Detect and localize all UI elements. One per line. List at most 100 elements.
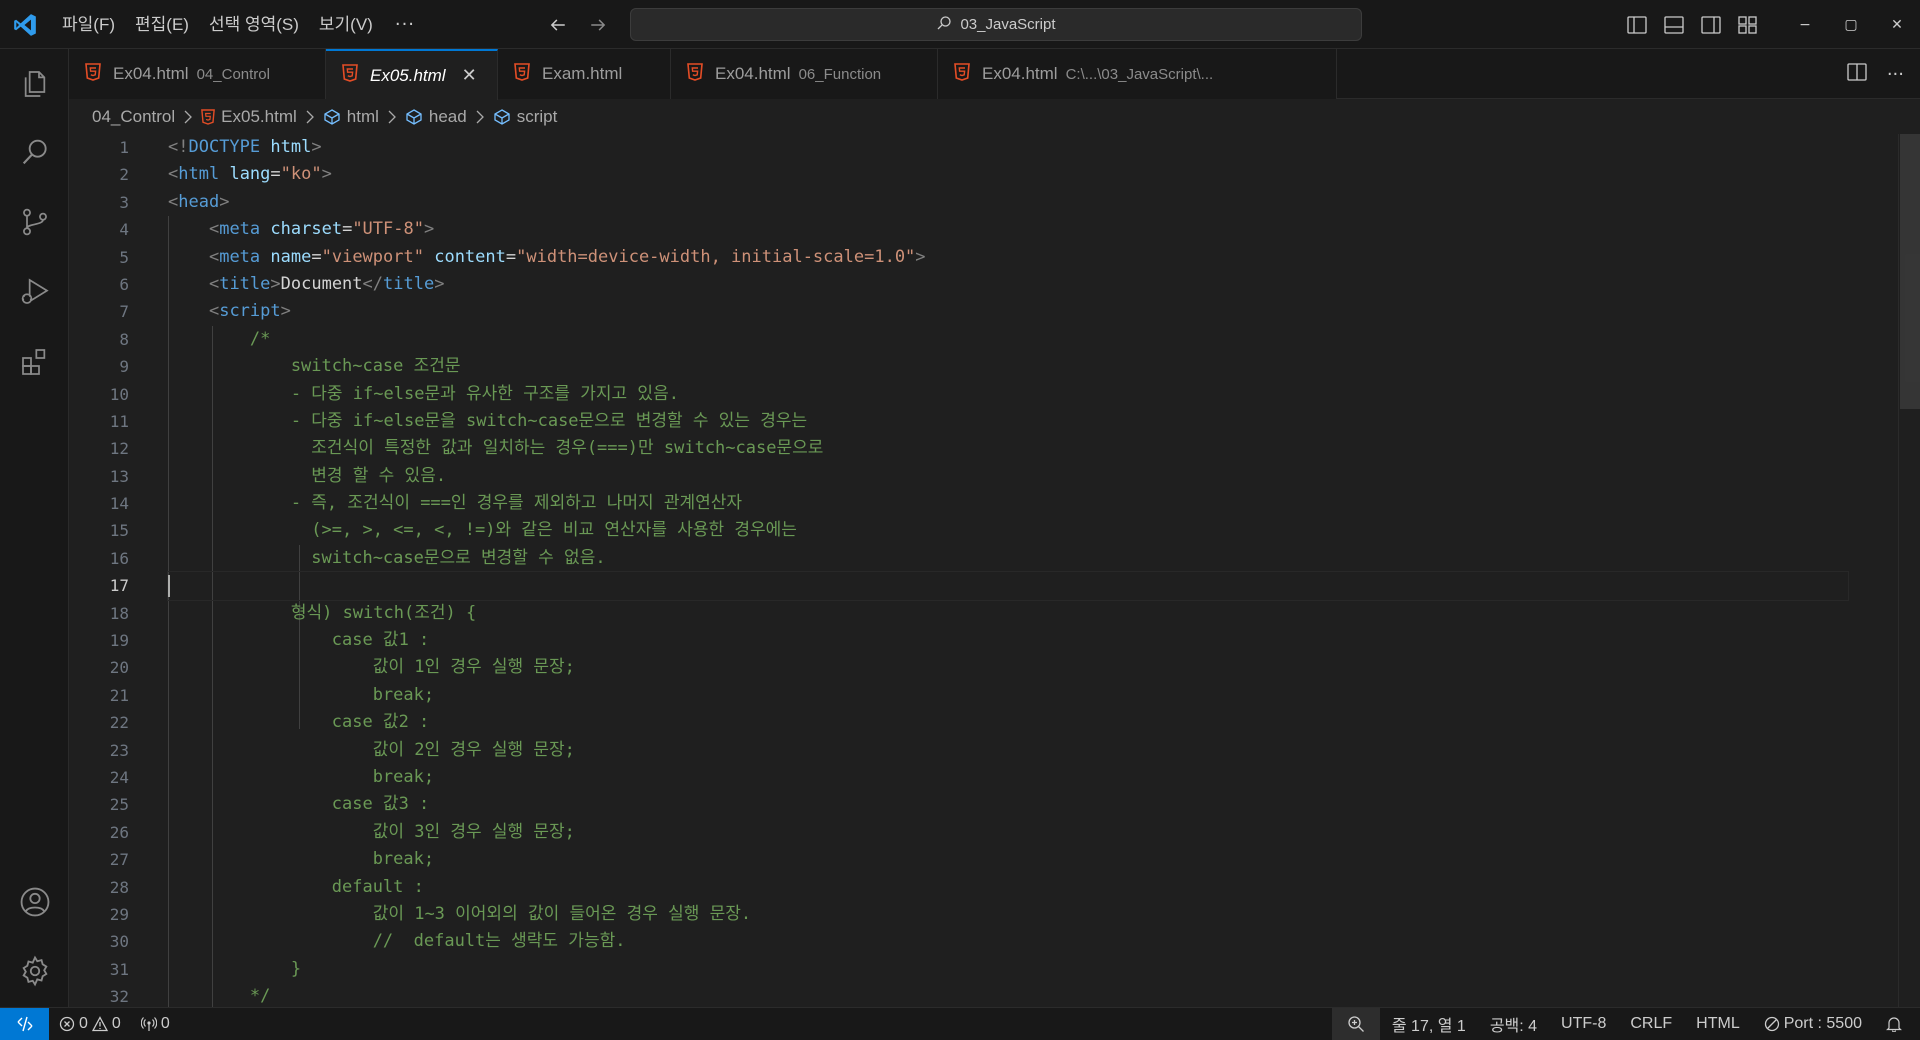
code-line[interactable]: 값이 2인 경우 실행 문장; [168,737,1848,764]
code-line[interactable]: break; [168,846,1848,873]
toggle-primary-sidebar-icon[interactable] [1618,7,1655,43]
tab-ex04-javascript[interactable]: Ex04.html C:\...\03_JavaScript\... [938,49,1337,99]
extensions-icon[interactable] [0,332,69,392]
code-line[interactable]: - 다중 if~else문을 switch~case문으로 변경할 수 있는 경… [168,408,1848,435]
tab-label: Ex04.html [982,64,1058,83]
scrollbar-thumb[interactable] [1900,134,1920,409]
menu-view[interactable]: 보기(V) [309,10,383,40]
breadcrumb-head[interactable]: head [405,107,467,127]
breadcrumb-html[interactable]: html [323,107,379,127]
code-line[interactable]: case 값2 : [168,709,1848,736]
remote-indicator-icon[interactable] [0,1007,49,1040]
menu-file[interactable]: 파일(F) [52,10,125,40]
restore-button[interactable]: ▢ [1828,0,1874,49]
minimize-button[interactable]: − [1782,0,1828,49]
code-line[interactable]: break; [168,682,1848,709]
code-line[interactable]: <meta charset="UTF-8"> [168,216,1848,243]
code-line[interactable]: } [168,956,1848,983]
breadcrumb-script[interactable]: script [493,107,557,127]
tab-ex04-control[interactable]: Ex04.html 04_Control [69,49,326,99]
tab-ex05-active[interactable]: Ex05.html ✕ [326,49,498,100]
code-token: case 값2 : [168,712,430,733]
code-token: break; [168,766,435,787]
command-center-search[interactable]: 03_JavaScript [630,8,1362,41]
toggle-panel-icon[interactable] [1655,7,1692,43]
code-line[interactable]: 형식) switch(조건) { [168,600,1848,627]
line-number: 7 [119,302,129,322]
menu-more-button[interactable]: ··· [383,14,427,35]
tab-description: 04_Control [196,65,270,83]
more-actions-icon[interactable]: ··· [1875,64,1904,85]
code-line[interactable]: <head> [168,189,1848,216]
code-token: "ko" [280,164,322,185]
code-line[interactable]: switch~case문으로 변경할 수 없음. [168,545,1848,572]
live-server-port[interactable]: Port : 5500 [1752,1008,1874,1040]
tab-ex04-function[interactable]: Ex04.html 06_Function [671,49,938,99]
toggle-secondary-sidebar-icon[interactable] [1692,7,1729,43]
code-line[interactable]: switch~case 조건문 [168,353,1848,380]
menu-selection[interactable]: 선택 영역(S) [199,10,309,40]
menu-edit[interactable]: 편집(E) [125,10,199,40]
code-line[interactable]: 변경 할 수 있음. [168,463,1848,490]
code-token: lang [229,164,271,185]
breadcrumb-file[interactable]: Ex05.html [201,107,297,127]
explorer-icon[interactable] [0,54,69,114]
code-line[interactable]: default : [168,874,1848,901]
cursor-position[interactable]: 줄 17, 열 1 [1380,1008,1478,1040]
tab-close-icon[interactable]: ✕ [462,65,477,86]
back-arrow-icon[interactable] [545,12,571,38]
end-of-line[interactable]: CRLF [1618,1008,1684,1040]
code-line[interactable]: break; [168,764,1848,791]
code-line[interactable]: 값이 1~3 이어외의 값이 들어온 경우 실행 문장. [168,901,1848,928]
zoom-in-icon[interactable] [1331,1007,1380,1040]
code-token: switch~case 조건문 [168,356,461,377]
vertical-scrollbar[interactable] [1898,134,1920,1007]
code-line[interactable]: <title>Document</title> [168,271,1848,298]
run-debug-icon[interactable] [0,262,69,322]
code-editor[interactable]: 1 2 3 4 5 6 7 8 9 10 11 12 13 14 15 16 17 18 19 20 21 22 23 24 2… [69,134,1920,1007]
code-line[interactable] [167,571,1849,601]
code-line[interactable]: <!DOCTYPE html> [168,134,1848,161]
line-number: 21 [109,685,129,705]
code-line[interactable]: case 값1 : [168,627,1848,654]
code-line[interactable]: - 다중 if~else문과 유사한 구조를 가지고 있음. [168,381,1848,408]
customize-layout-icon[interactable] [1729,7,1766,43]
code-line[interactable]: 값이 1인 경우 실행 문장; [168,654,1848,681]
code-line[interactable]: */ [168,983,1848,1007]
code-token: = [311,246,322,267]
code-line[interactable]: 값이 3인 경우 실행 문장; [168,819,1848,846]
code-token: = [505,246,517,267]
split-editor-icon[interactable] [1847,63,1867,85]
code-token: html [178,164,220,185]
problems-indicator[interactable]: 0 0 [49,1008,131,1040]
encoding[interactable]: UTF-8 [1549,1008,1618,1040]
code-line[interactable]: // default는 생략도 가능함. [168,928,1848,955]
indentation[interactable]: 공백: 4 [1478,1008,1549,1040]
code-line[interactable]: case 값3 : [168,791,1848,818]
code-line[interactable]: <html lang="ko"> [168,161,1848,188]
source-control-icon[interactable] [0,192,69,252]
tab-exam[interactable]: Exam.html [498,49,671,99]
html5-file-icon [201,109,216,125]
code-line[interactable]: /* [168,326,1848,353]
code-lines[interactable]: <!DOCTYPE html> <html lang="ko"> <head> <m… [167,134,1849,1007]
code-token: > [311,137,322,157]
code-line[interactable]: 조건식이 특정한 값과 일치하는 경우(===)만 switch~case문으로 [168,435,1848,462]
accounts-icon[interactable] [0,872,69,932]
code-token: script [219,301,281,322]
code-line[interactable]: - 즉, 조건식이 ===인 경우를 제외하고 나머지 관계연산자 [168,490,1848,517]
code-line[interactable]: (>=, >, <=, <, !=)와 같은 비교 연산자를 사용한 경우에는 [168,517,1848,544]
close-window-button[interactable]: ✕ [1874,0,1920,49]
ports-indicator[interactable]: 0 [131,1008,180,1040]
line-number: 6 [119,274,129,294]
manage-gear-icon[interactable] [0,941,69,1001]
notifications-bell-icon[interactable] [1874,1008,1920,1040]
language-mode[interactable]: HTML [1684,1008,1752,1040]
forward-arrow-icon[interactable] [585,12,611,38]
breadcrumb-folder[interactable]: 04_Control [92,107,175,127]
search-sidebar-icon[interactable] [0,122,69,182]
code-line[interactable]: <script> [168,298,1848,325]
code-line[interactable]: <meta name="viewport" content="width=dev… [168,244,1848,271]
